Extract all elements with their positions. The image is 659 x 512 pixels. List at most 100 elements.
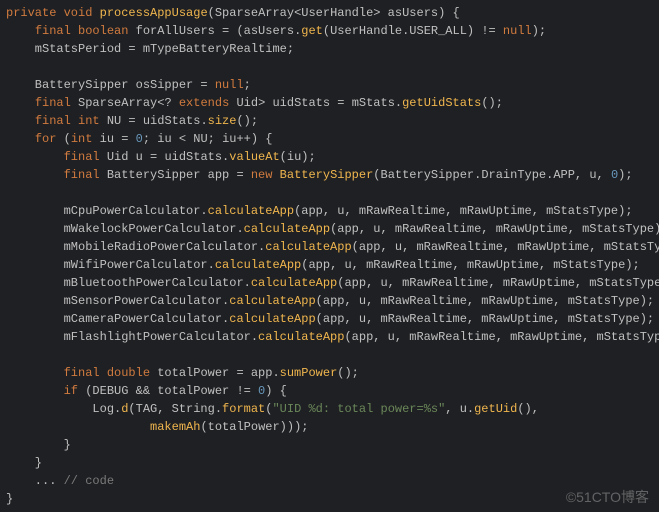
code-token: mWifiPowerCalculator. xyxy=(6,258,215,272)
code-token: mCpuPowerCalculator. xyxy=(6,204,208,218)
code-line: mCpuPowerCalculator.calculateApp(app, u,… xyxy=(6,202,653,220)
code-line: final double totalPower = app.sumPower()… xyxy=(6,364,653,382)
code-line: for (int iu = 0; iu < NU; iu++) { xyxy=(6,130,653,148)
code-token: (UserHandle.USER_ALL) != xyxy=(323,24,503,38)
code-token: (); xyxy=(337,366,359,380)
code-token: mWakelockPowerCalculator. xyxy=(6,222,244,236)
code-token: ( xyxy=(64,132,71,146)
code-token: forAllUsers = (asUsers. xyxy=(136,24,302,38)
code-token: final xyxy=(35,96,78,110)
code-token: ) { xyxy=(265,384,287,398)
code-line: } xyxy=(6,436,653,454)
code-token: (app, u, mRawRealtime, mRawUptime, mStat… xyxy=(316,312,654,326)
code-line: mWakelockPowerCalculator.calculateApp(ap… xyxy=(6,220,653,238)
code-token: final boolean xyxy=(35,24,136,38)
code-token: for xyxy=(35,132,64,146)
code-token: NU = uidStats. xyxy=(107,114,208,128)
code-line: makemAh(totalPower))); xyxy=(6,418,653,436)
code-token: calculateApp xyxy=(265,240,351,254)
code-token: // code xyxy=(64,474,114,488)
code-token: mBluetoothPowerCalculator. xyxy=(6,276,251,290)
code-token: (DEBUG && totalPower != xyxy=(85,384,258,398)
code-token: "UID %d: total power=%s" xyxy=(272,402,445,416)
code-token: getUidStats xyxy=(402,96,481,110)
code-line: mFlashlightPowerCalculator.calculateApp(… xyxy=(6,328,653,346)
code-token: ; xyxy=(244,78,251,92)
code-token: BatterySipper xyxy=(280,168,374,182)
code-token: Uid> uidStats = mStats. xyxy=(236,96,402,110)
code-token: processAppUsage xyxy=(100,6,208,20)
code-token: , u. xyxy=(445,402,474,416)
code-token: (app, u, mRawRealtime, mRawUptime, mStat… xyxy=(301,258,639,272)
code-token: null xyxy=(503,24,532,38)
code-token: SparseArray<? xyxy=(78,96,179,110)
code-token xyxy=(6,150,64,164)
code-token: (TAG, String. xyxy=(128,402,222,416)
code-token: makemAh xyxy=(150,420,200,434)
code-token: (app, u, mRawRealtime, mRawUptime, mStat… xyxy=(294,204,632,218)
code-token: 0 xyxy=(136,132,143,146)
code-token: (iu); xyxy=(280,150,316,164)
code-token: null xyxy=(215,78,244,92)
code-line: mCameraPowerCalculator.calculateApp(app,… xyxy=(6,310,653,328)
code-token: int xyxy=(71,132,100,146)
code-line: final Uid u = uidStats.valueAt(iu); xyxy=(6,148,653,166)
code-token: calculateApp xyxy=(229,294,315,308)
code-token: calculateApp xyxy=(258,330,344,344)
code-line: } xyxy=(6,454,653,472)
code-token: (), xyxy=(517,402,539,416)
code-token: format xyxy=(222,402,265,416)
code-token: ); xyxy=(532,24,546,38)
code-token: final double xyxy=(64,366,158,380)
code-line: BatterySipper osSipper = null; xyxy=(6,76,653,94)
code-token: totalPower = app. xyxy=(157,366,279,380)
code-token: calculateApp xyxy=(208,204,294,218)
code-token xyxy=(6,96,35,110)
code-line: mSensorPowerCalculator.calculateApp(app,… xyxy=(6,292,653,310)
code-line: Log.d(TAG, String.format("UID %d: total … xyxy=(6,400,653,418)
code-line xyxy=(6,346,653,364)
code-token: calculateApp xyxy=(244,222,330,236)
code-token: if xyxy=(64,384,86,398)
code-token: void xyxy=(64,6,100,20)
code-token: mStatsPeriod = mTypeBatteryRealtime; xyxy=(6,42,294,56)
code-token: ; iu < NU; iu++) { xyxy=(143,132,273,146)
code-token: (app, u, mRawRealtime, mRawUptime, mStat… xyxy=(352,240,659,254)
code-token: (app, u, mRawRealtime, mRawUptime, mStat… xyxy=(344,330,659,344)
code-line: final SparseArray<? extends Uid> uidStat… xyxy=(6,94,653,112)
code-token: mSensorPowerCalculator. xyxy=(6,294,229,308)
code-token: calculateApp xyxy=(215,258,301,272)
code-token: ... xyxy=(6,474,64,488)
code-line xyxy=(6,184,653,202)
code-editor: private void processAppUsage(SparseArray… xyxy=(0,0,659,512)
code-token: (); xyxy=(236,114,258,128)
code-line xyxy=(6,58,653,76)
code-token: new xyxy=(251,168,280,182)
code-token: extends xyxy=(179,96,237,110)
code-token xyxy=(6,24,35,38)
code-line: mWifiPowerCalculator.calculateApp(app, u… xyxy=(6,256,653,274)
code-line: mBluetoothPowerCalculator.calculateApp(a… xyxy=(6,274,653,292)
code-token: mFlashlightPowerCalculator. xyxy=(6,330,258,344)
code-token: } xyxy=(6,492,13,506)
code-token: } xyxy=(6,438,71,452)
code-token xyxy=(6,420,150,434)
code-token xyxy=(6,114,35,128)
code-token xyxy=(6,168,64,182)
code-line: } xyxy=(6,490,653,508)
code-token: final xyxy=(64,168,107,182)
code-token: ); xyxy=(618,168,632,182)
code-token: (app, u, mRawRealtime, mRawUptime, mStat… xyxy=(316,294,654,308)
code-token: BatterySipper osSipper = xyxy=(6,78,215,92)
code-token: (app, u, mRawRealtime, mRawUptime, mStat… xyxy=(337,276,659,290)
code-token: final xyxy=(64,150,107,164)
code-token: size xyxy=(208,114,237,128)
code-token: } xyxy=(6,456,42,470)
code-token: (totalPower))); xyxy=(200,420,308,434)
code-token: get xyxy=(301,24,323,38)
code-token xyxy=(6,132,35,146)
code-token xyxy=(6,366,64,380)
code-token: BatterySipper app = xyxy=(107,168,251,182)
code-token: mCameraPowerCalculator. xyxy=(6,312,229,326)
code-token: Log. xyxy=(6,402,121,416)
